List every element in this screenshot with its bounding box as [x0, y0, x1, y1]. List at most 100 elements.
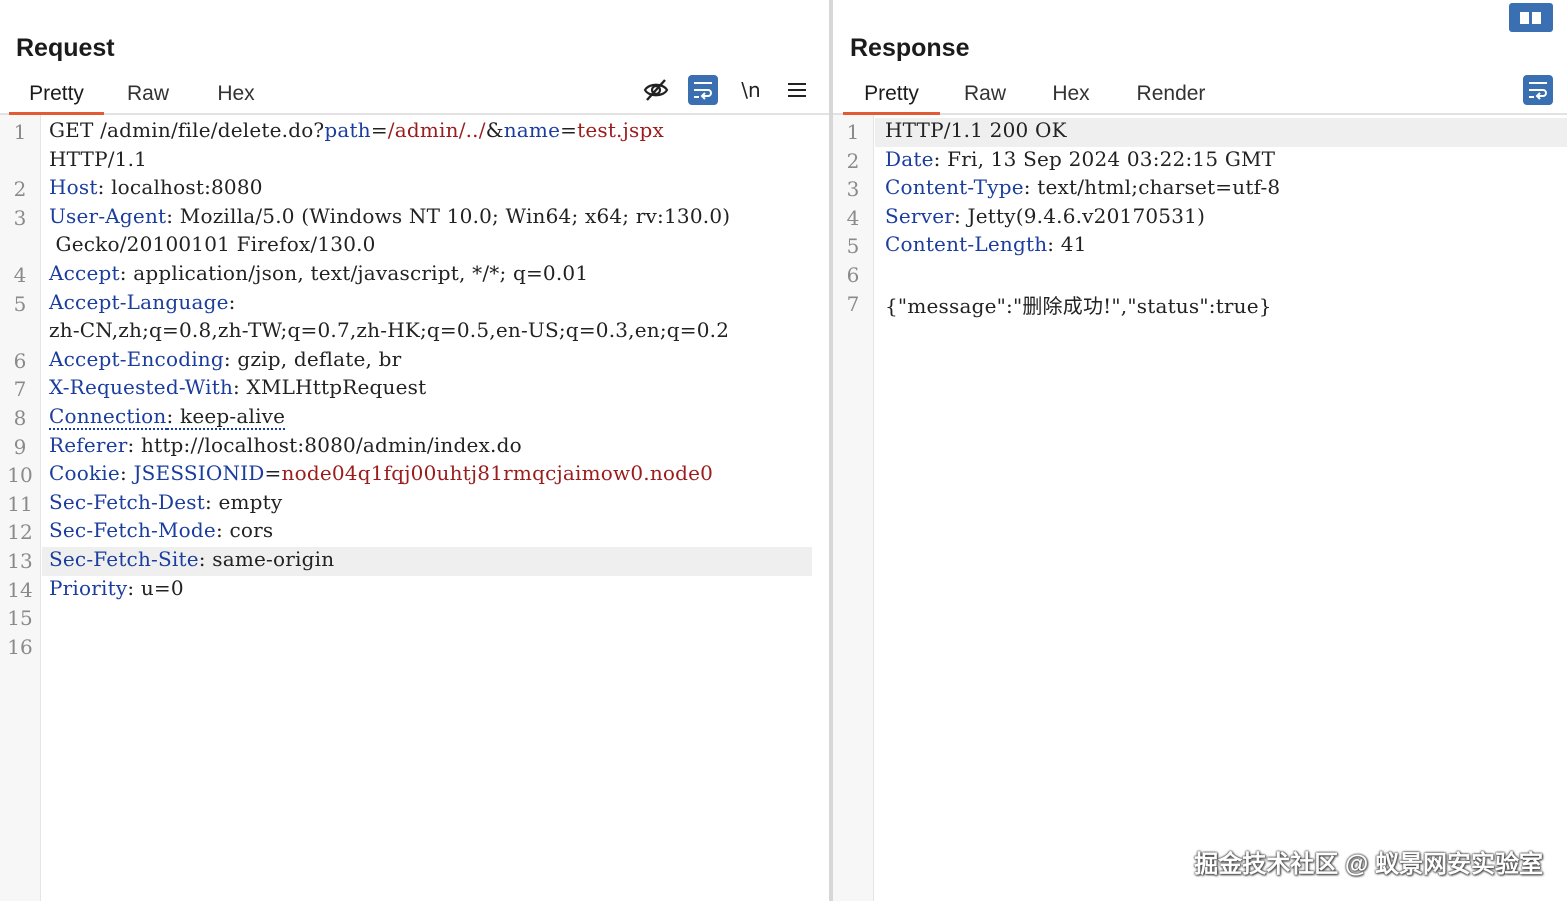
code-line: {"message":"删除成功!","status":true} — [885, 290, 1272, 319]
response-tabs: Pretty Raw Hex Render — [833, 77, 1567, 115]
header-name: Referer — [49, 432, 128, 457]
param-value: node04q1fqj00uhtj81rmqcjaimow0.node0 — [281, 461, 714, 486]
code-text: : text/html;charset=utf-8 — [1023, 175, 1281, 200]
watermark: 掘金技术社区 @ 蚁景网安实验室 — [1194, 851, 1543, 878]
code-line: Accept-Encoding: gzip, deflate, br — [49, 347, 401, 371]
code-line: Referer: http://localhost:8080/admin/ind… — [49, 433, 522, 457]
code-text: Gecko/20100101 Firefox/130.0 — [49, 232, 376, 257]
response-tab-pretty[interactable]: Pretty — [843, 80, 940, 115]
request-editor[interactable]: 1 GET /admin/file/delete.do?path = /admin/.… — [0, 115, 829, 901]
code-line: GET /admin/file/delete.do?path = /admin/..… — [49, 118, 664, 142]
code-text: : gzip, deflate, br — [223, 346, 402, 371]
code-text: : keep-alive — [166, 404, 286, 430]
code-text: : application/json, text/javascript, */*… — [119, 261, 589, 285]
code-text: {"message":"删除成功!","status":true} — [885, 293, 1272, 318]
request-tab-hex[interactable]: Hex — [208, 80, 264, 112]
response-tab-render[interactable]: Render — [1129, 80, 1213, 112]
line-number: 7 — [13, 377, 27, 402]
header-name: Accept-Language — [49, 289, 229, 314]
header-name: name — [503, 118, 561, 142]
code-text: : — [119, 461, 134, 486]
code-line: X-Requested-With: XMLHttpRequest — [49, 375, 426, 399]
request-pane: Request Pretty Raw Hex \n 1 GET /admin/fi… — [0, 0, 829, 901]
code-text: : XMLHttpRequest — [233, 375, 427, 400]
code-text: GET /admin/file/delete.do? — [49, 118, 325, 142]
code-text: = — [560, 118, 578, 142]
hamburger-menu-icon[interactable] — [782, 75, 812, 105]
code-text: : Fri, 13 Sep 2024 03:22:15 GMT — [933, 146, 1276, 171]
code-line: Sec-Fetch-Dest: empty — [49, 490, 282, 514]
code-line: HTTP/1.1 200 OK — [885, 118, 1067, 142]
code-line: Content-Length: 41 — [885, 232, 1087, 256]
header-name: X-Requested-With — [49, 375, 234, 400]
param-value: /admin/../ — [387, 118, 486, 142]
line-number: 8 — [13, 406, 27, 430]
code-text: HTTP/1.1 200 OK — [885, 118, 1067, 142]
code-line: User-Agent: Mozilla/5.0 (Windows NT 10.0… — [49, 204, 730, 228]
code-line: Content-Type: text/html;charset=utf-8 — [885, 175, 1280, 199]
header-name: Accept — [49, 261, 120, 285]
header-name: Connection — [49, 404, 167, 430]
line-number: 3 — [846, 177, 860, 202]
code-line: Accept: application/json, text/javascrip… — [49, 261, 588, 285]
code-line: Sec-Fetch-Site: same-origin — [49, 547, 334, 571]
line-number: 12 — [7, 520, 33, 545]
line-number: 1 — [13, 120, 27, 144]
header-name: User-Agent — [49, 203, 167, 228]
word-wrap-icon[interactable] — [1523, 75, 1553, 105]
code-line: Priority: u=0 — [49, 576, 184, 600]
code-line: Host: localhost:8080 — [49, 175, 263, 199]
request-tab-pretty[interactable]: Pretty — [9, 80, 104, 115]
split-layout-icon[interactable] — [1509, 3, 1553, 32]
header-name: Sec-Fetch-Dest — [49, 489, 205, 514]
request-tab-raw[interactable]: Raw — [120, 80, 176, 112]
header-name: Priority — [49, 575, 128, 600]
line-number: 6 — [846, 263, 860, 287]
code-text: & — [485, 118, 504, 142]
code-line: Accept-Language: — [49, 290, 236, 314]
response-gutter — [833, 115, 874, 901]
code-line: zh-CN,zh;q=0.8,zh-TW;q=0.7,zh-HK;q=0.5,e… — [49, 318, 729, 342]
code-text: : u=0 — [127, 575, 184, 600]
newline-toggle-button[interactable]: \n — [736, 75, 766, 105]
request-title: Request — [16, 34, 115, 62]
line-number: 5 — [846, 234, 860, 259]
line-number: 16 — [7, 634, 33, 659]
code-text: : Mozilla/5.0 (Windows NT 10.0; Win64; x… — [166, 203, 731, 228]
code-line: Cookie: JSESSIONID=node04q1fqj00uhtj81rm… — [49, 461, 713, 485]
word-wrap-icon[interactable] — [688, 75, 718, 105]
response-tab-hex[interactable]: Hex — [1043, 80, 1099, 112]
code-line: Sec-Fetch-Mode: cors — [49, 518, 273, 542]
line-number: 7 — [846, 291, 860, 316]
header-name: Sec-Fetch-Mode — [49, 518, 216, 543]
line-number: 11 — [7, 491, 33, 516]
response-editor[interactable]: 1 HTTP/1.1 200 OK 2 Date: Fri, 13 Sep 2024 … — [833, 115, 1567, 901]
header-name: Content-Length — [885, 232, 1048, 257]
code-text: : Jetty(9.4.6.v20170531) — [954, 203, 1206, 228]
line-number: 9 — [13, 434, 27, 459]
code-text: HTTP/1.1 — [49, 146, 148, 171]
eye-off-icon[interactable] — [641, 75, 671, 105]
header-name: Host — [49, 175, 98, 200]
code-text: : empty — [204, 489, 283, 514]
header-name: Sec-Fetch-Site — [49, 547, 199, 571]
code-text: : 41 — [1047, 232, 1087, 257]
line-number: 6 — [13, 348, 27, 373]
line-number: 5 — [13, 291, 27, 316]
line-number: 1 — [846, 120, 860, 144]
code-line: HTTP/1.1 — [49, 147, 147, 171]
header-name: JSESSIONID — [133, 461, 265, 486]
code-line: Connection: keep-alive — [49, 404, 286, 430]
response-tab-raw[interactable]: Raw — [957, 80, 1013, 112]
code-text: : http://localhost:8080/admin/index.do — [127, 432, 522, 457]
line-number: 10 — [7, 463, 33, 488]
line-number: 3 — [13, 205, 27, 230]
code-text: : cors — [215, 518, 274, 543]
header-name: path — [324, 118, 371, 142]
response-pane: Response Pretty Raw Hex Render 1 HTTP/1.1… — [833, 0, 1567, 901]
header-name: Server — [885, 203, 954, 228]
header-name: Cookie — [49, 461, 120, 486]
code-text: : localhost:8080 — [97, 175, 263, 200]
header-name: Date — [885, 146, 934, 171]
param-value: test.jspx — [577, 118, 664, 142]
